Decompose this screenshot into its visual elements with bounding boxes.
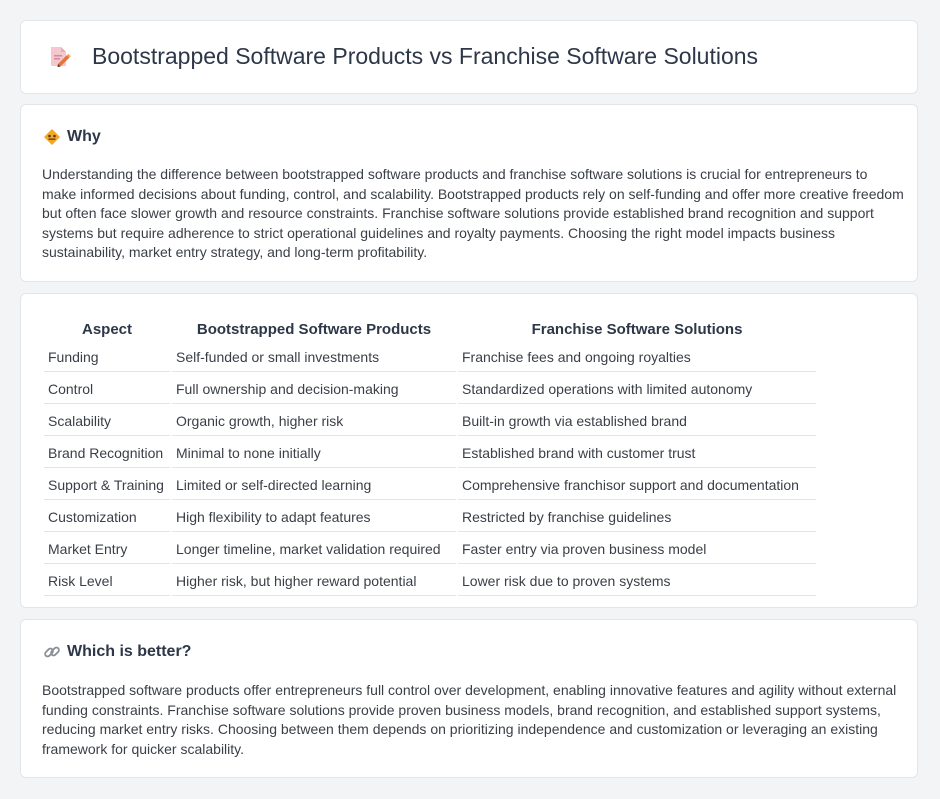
better-heading: Which is better? [67,643,192,660]
aspect-cell: Customization [44,502,170,532]
comparison-section: Aspect Bootstrapped Software Products Fr… [20,293,918,608]
why-heading: Why [67,128,101,145]
aspect-cell: Brand Recognition [44,438,170,468]
page-title: Bootstrapped Software Products vs Franch… [92,43,759,69]
header-aspect: Aspect [81,320,133,338]
why-text: Understanding the difference between boo… [42,166,904,261]
aspect-cell: Support & Training [44,470,170,500]
header-franchise: Franchise Software Solutions [531,320,743,338]
franchise-cell: Lower risk due to proven systems [458,566,816,596]
aspect-cell: Scalability [44,406,170,436]
franchise-cell: Standardized operations with limited aut… [458,374,816,404]
table-row: Market Entry Longer timeline, market val… [44,534,816,564]
franchise-cell: Franchise fees and ongoing royalties [458,342,816,372]
table-row: Control Full ownership and decision-maki… [44,374,816,404]
link-icon [44,646,60,658]
better-text: Bootstrapped software products offer ent… [42,682,897,757]
bootstrapped-cell: High flexibility to adapt features [172,502,456,532]
table-row: Scalability Organic growth, higher risk … [44,406,816,436]
bootstrapped-cell: Minimal to none initially [172,438,456,468]
aspect-cell: Control [44,374,170,404]
which-is-better-section: Which is better? Bootstrapped software p… [20,619,918,778]
aspect-cell: Risk Level [44,566,170,596]
franchise-cell: Restricted by franchise guidelines [458,502,816,532]
table-row: Support & Training Limited or self-direc… [44,470,816,500]
table-row: Risk Level Higher risk, but higher rewar… [44,566,816,596]
bootstrapped-cell: Self-funded or small investments [172,342,456,372]
franchise-cell: Established brand with customer trust [458,438,816,468]
aspect-cell: Market Entry [44,534,170,564]
bootstrapped-cell: Longer timeline, market validation requi… [172,534,456,564]
diamond-warning-icon [44,129,60,145]
header-bootstrapped: Bootstrapped Software Products [196,320,432,338]
bootstrapped-cell: Higher risk, but higher reward potential [172,566,456,596]
bootstrapped-cell: Organic growth, higher risk [172,406,456,436]
bootstrapped-cell: Full ownership and decision-making [172,374,456,404]
table-header-row: Aspect Bootstrapped Software Products Fr… [44,316,816,340]
table-row: Funding Self-funded or small investments… [44,342,816,372]
document-pencil-icon [51,47,71,67]
bootstrapped-cell: Limited or self-directed learning [172,470,456,500]
aspect-cell: Funding [44,342,170,372]
franchise-cell: Faster entry via proven business model [458,534,816,564]
franchise-cell: Built-in growth via established brand [458,406,816,436]
table-row: Brand Recognition Minimal to none initia… [44,438,816,468]
table-row: Customization High flexibility to adapt … [44,502,816,532]
why-section: Why Understanding the difference between… [20,104,918,282]
comparison-table: Aspect Bootstrapped Software Products Fr… [42,314,818,598]
franchise-cell: Comprehensive franchisor support and doc… [458,470,816,500]
title-card: Bootstrapped Software Products vs Franch… [20,20,918,94]
